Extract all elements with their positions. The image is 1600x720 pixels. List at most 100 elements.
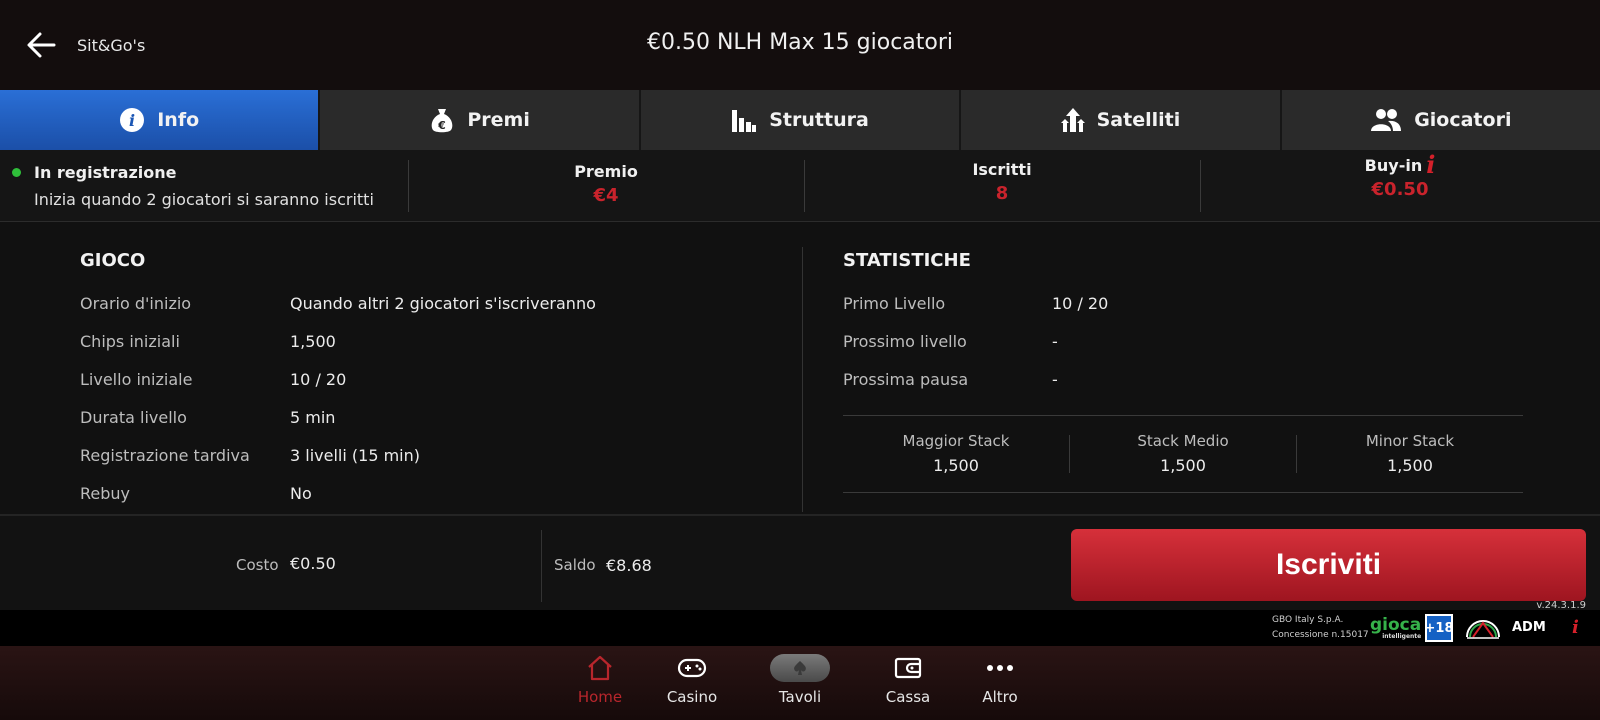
buyin-value: €0.50 bbox=[1371, 179, 1429, 200]
nav-label: Cassa bbox=[885, 688, 931, 706]
gioco-row-label: Orario d'inizio bbox=[80, 294, 192, 313]
arrow-left-icon bbox=[27, 32, 56, 58]
gamepad-icon bbox=[677, 658, 707, 678]
gioco-row-value: 3 livelli (15 min) bbox=[290, 446, 420, 465]
stack-max: Maggior Stack 1,500 bbox=[843, 432, 1069, 475]
back-button[interactable] bbox=[24, 28, 58, 62]
legal-strip: GBO Italy S.p.A. Concessione n.15017 gio… bbox=[0, 610, 1600, 646]
cost-label: Costo bbox=[236, 556, 279, 574]
back-label[interactable]: Sit&Go's bbox=[77, 36, 145, 55]
nav-label: Home bbox=[577, 688, 623, 706]
tab-struttura[interactable]: Struttura bbox=[641, 90, 962, 150]
stat-row-value: - bbox=[1052, 370, 1058, 389]
gioco-row-value: 10 / 20 bbox=[290, 370, 347, 389]
bar-chart-icon bbox=[732, 110, 757, 132]
home-icon bbox=[588, 655, 612, 681]
iscriviti-button[interactable]: Iscriviti bbox=[1071, 529, 1586, 601]
tab-bar: i Info € Premi Struttura Satelliti Gioca… bbox=[0, 90, 1600, 150]
buyin-label: Buy-in bbox=[1364, 156, 1423, 175]
satellite-arrows-icon bbox=[1060, 108, 1085, 132]
players-icon bbox=[1371, 109, 1402, 131]
tab-premi[interactable]: € Premi bbox=[320, 90, 641, 150]
tavoli-pill bbox=[770, 654, 830, 682]
status-strip: In registrazione Inizia quando 2 giocato… bbox=[0, 150, 1600, 222]
nav-tavoli[interactable]: Tavoli bbox=[755, 654, 845, 706]
gioco-row-label: Durata livello bbox=[80, 408, 187, 427]
divider bbox=[843, 492, 1523, 493]
iscritti-stat: Iscritti 8 bbox=[804, 160, 1200, 204]
gioco-row-value: Quando altri 2 giocatori s'iscriveranno bbox=[290, 294, 596, 313]
gioca-intelligente-logo: gioca intelligente bbox=[1370, 616, 1421, 640]
stat-row-value: 10 / 20 bbox=[1052, 294, 1109, 313]
statistiche-title: STATISTICHE bbox=[843, 250, 971, 271]
action-bar: Costo €0.50 Saldo €8.68 Iscriviti v.24.3… bbox=[0, 514, 1600, 611]
info-icon[interactable]: i bbox=[1572, 617, 1579, 638]
gioco-row-label: Registrazione tardiva bbox=[80, 446, 250, 465]
nav-cassa[interactable]: Cassa bbox=[863, 654, 953, 706]
premio-value: €4 bbox=[593, 185, 619, 206]
cost-value: €0.50 bbox=[290, 554, 336, 573]
tab-label: Satelliti bbox=[1096, 109, 1181, 131]
tab-info[interactable]: i Info bbox=[0, 90, 321, 150]
tab-label: Giocatori bbox=[1414, 109, 1512, 131]
age-restriction-badge: +18 bbox=[1425, 614, 1454, 642]
nav-home[interactable]: Home bbox=[555, 654, 645, 706]
saldo-value: €8.68 bbox=[606, 556, 652, 575]
registration-status: In registrazione Inizia quando 2 giocato… bbox=[0, 150, 408, 222]
iscritti-label: Iscritti bbox=[972, 160, 1032, 179]
status-title: In registrazione bbox=[34, 163, 177, 182]
more-dots-icon bbox=[987, 665, 1013, 671]
stack-label: Maggior Stack bbox=[902, 432, 1010, 450]
gioco-row-label: Livello iniziale bbox=[80, 370, 193, 389]
stack-value: 1,500 bbox=[1387, 456, 1433, 475]
spade-icon bbox=[794, 661, 806, 675]
nav-altro[interactable]: Altro bbox=[955, 654, 1045, 706]
gioco-row-label: Rebuy bbox=[80, 484, 131, 503]
nav-casino[interactable]: Casino bbox=[647, 654, 737, 706]
buyin-stat: Buy-in i €0.50 bbox=[1200, 153, 1600, 201]
page-title: €0.50 NLH Max 15 giocatori bbox=[646, 30, 954, 55]
info-icon: i bbox=[120, 108, 145, 132]
stack-value: 1,500 bbox=[1160, 456, 1206, 475]
money-bag-icon: € bbox=[432, 109, 453, 133]
divider bbox=[843, 415, 1523, 416]
stack-avg: Stack Medio 1,500 bbox=[1070, 432, 1296, 475]
tournament-details: GIOCO Orario d'inizio Quando altri 2 gio… bbox=[0, 222, 1600, 514]
company-name: GBO Italy S.p.A. bbox=[1272, 615, 1344, 625]
stat-row-label: Prossima pausa bbox=[843, 370, 969, 389]
nav-label: Casino bbox=[666, 688, 718, 706]
adm-logo: ADM bbox=[1512, 620, 1546, 635]
stack-label: Stack Medio bbox=[1137, 432, 1229, 450]
stat-row-value: - bbox=[1052, 332, 1058, 351]
stat-row-label: Prossimo livello bbox=[843, 332, 967, 351]
premio-stat: Premio €4 bbox=[408, 162, 804, 206]
tab-giocatori[interactable]: Giocatori bbox=[1282, 90, 1600, 150]
stack-label: Minor Stack bbox=[1365, 432, 1455, 450]
header: Sit&Go's €0.50 NLH Max 15 giocatori bbox=[0, 0, 1600, 90]
gioco-row-value: No bbox=[290, 484, 312, 503]
status-subtitle: Inizia quando 2 giocatori si saranno isc… bbox=[34, 190, 374, 209]
premio-label: Premio bbox=[574, 162, 638, 181]
tab-label: Struttura bbox=[769, 109, 869, 131]
stack-min: Minor Stack 1,500 bbox=[1297, 432, 1523, 475]
buyin-label-row: Buy-in i bbox=[1200, 153, 1600, 177]
wallet-icon bbox=[894, 657, 922, 679]
bottom-nav: Home Casino Tavoli Cassa Altro bbox=[0, 646, 1600, 720]
tab-label: Info bbox=[157, 109, 200, 131]
tab-satelliti[interactable]: Satelliti bbox=[961, 90, 1282, 150]
divider bbox=[541, 530, 542, 602]
iscritti-value: 8 bbox=[995, 183, 1009, 204]
stack-value: 1,500 bbox=[933, 456, 979, 475]
status-dot bbox=[12, 168, 21, 177]
adm-emblem-icon bbox=[1466, 620, 1500, 639]
stat-row-label: Primo Livello bbox=[843, 294, 946, 313]
svg-text:€: € bbox=[438, 119, 447, 132]
license-number: Concessione n.15017 bbox=[1272, 630, 1369, 640]
buyin-info-icon[interactable]: i bbox=[1426, 153, 1435, 177]
gioco-title: GIOCO bbox=[80, 250, 146, 271]
nav-label: Tavoli bbox=[778, 688, 822, 706]
gioco-row-value: 1,500 bbox=[290, 332, 336, 351]
svg-text:i: i bbox=[129, 111, 135, 130]
gioco-row-label: Chips iniziali bbox=[80, 332, 180, 351]
gioco-row-value: 5 min bbox=[290, 408, 336, 427]
